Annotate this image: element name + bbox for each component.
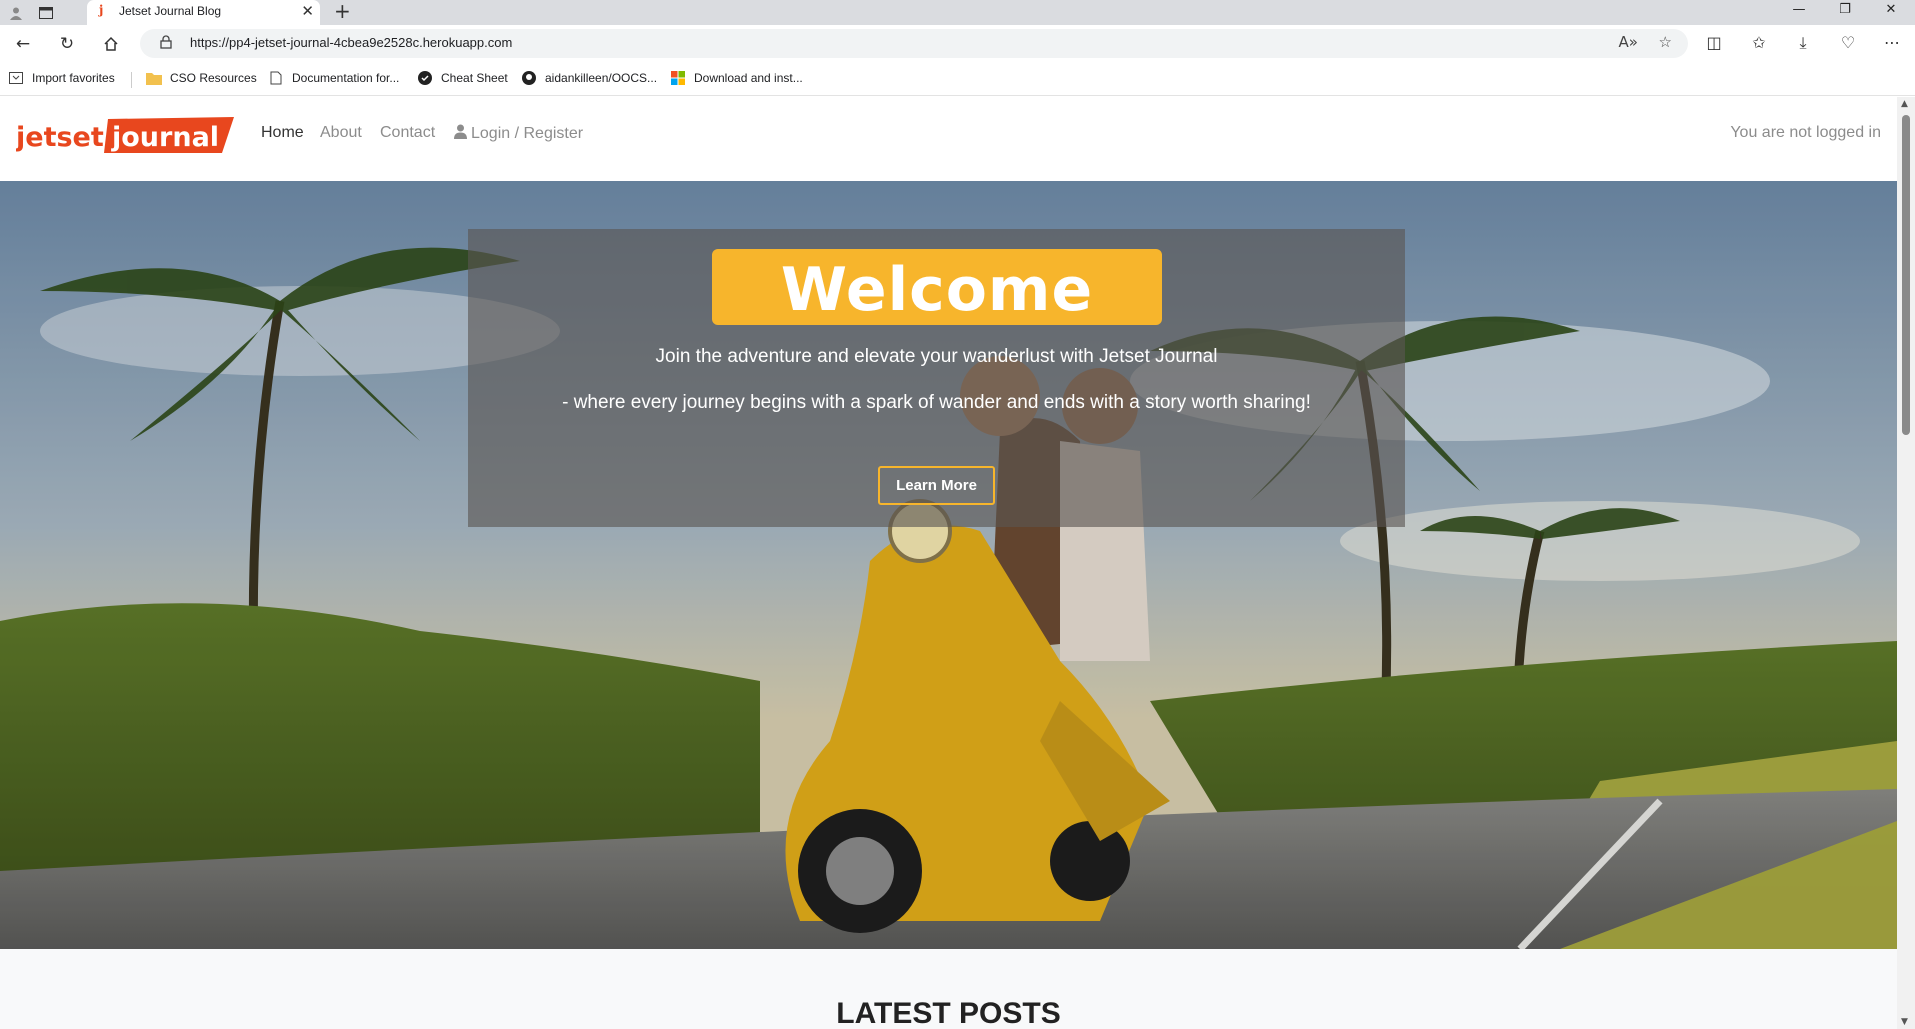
latest-posts-heading: LATEST POSTS <box>836 997 1061 1029</box>
login-register-label: Login / Register <box>471 125 584 142</box>
svg-text:journal: journal <box>111 122 219 153</box>
bookmark-label: Cheat Sheet <box>441 71 508 85</box>
split-screen-icon[interactable]: ◫ <box>1703 33 1725 52</box>
address-bar-row: ← ↻ https://pp4-jetset-journal-4cbea9e25… <box>0 25 1915 62</box>
cheat-sheet-icon <box>417 70 433 86</box>
hero-overlay-card: Welcome Join the adventure and elevate y… <box>468 229 1405 527</box>
favorite-star-icon[interactable]: ☆ <box>1659 33 1672 51</box>
bookmark-import-favorites[interactable]: Import favorites <box>8 70 115 86</box>
svg-text:jetset: jetset <box>16 122 104 153</box>
bookmark-cheat-sheet[interactable]: Cheat Sheet <box>417 70 508 86</box>
user-icon <box>454 124 467 139</box>
scroll-up-icon[interactable]: ▲ <box>1901 99 1908 109</box>
site-favicon-icon: j <box>99 3 104 17</box>
bookmark-separator <box>131 72 132 88</box>
hero-tagline-1: Join the adventure and elevate your wand… <box>655 346 1218 367</box>
close-window-icon[interactable]: ✕ <box>1882 2 1900 17</box>
browser-essentials-icon[interactable]: ♡ <box>1837 33 1859 52</box>
scroll-thumb[interactable] <box>1902 115 1910 435</box>
read-aloud-icon[interactable]: A» <box>1619 33 1638 51</box>
site-navbar: jetset journal Home About Contact Login … <box>0 97 1897 181</box>
bookmark-github[interactable]: aidankilleen/OOCS... <box>521 70 657 86</box>
url-text[interactable]: https://pp4-jetset-journal-4cbea9e2528c.… <box>190 35 512 50</box>
bookmark-label: aidankilleen/OOCS... <box>545 71 658 85</box>
learn-more-button[interactable]: Learn More <box>878 466 995 505</box>
settings-more-icon[interactable]: ⋯ <box>1881 33 1903 52</box>
jetset-journal-logo[interactable]: jetset journal <box>16 115 236 155</box>
web-page: jetset journal Home About Contact Login … <box>0 97 1897 1029</box>
hero-tagline-2: - where every journey begins with a spar… <box>562 392 1311 413</box>
nav-login-register[interactable]: Login / Register <box>454 124 583 143</box>
welcome-banner: Welcome <box>712 249 1162 325</box>
lock-icon <box>160 35 172 49</box>
nav-about[interactable]: About <box>320 124 362 142</box>
browser-tab-strip: j Jetset Journal Blog ✕ + — ❐ ✕ <box>0 0 1915 25</box>
hero-section: Welcome Join the adventure and elevate y… <box>0 181 1897 949</box>
bookmark-label: Import favorites <box>32 71 115 85</box>
minimize-icon[interactable]: — <box>1790 2 1808 17</box>
home-icon[interactable] <box>100 33 122 55</box>
page-icon <box>268 70 284 86</box>
bookmark-cso-resources[interactable]: CSO Resources <box>146 70 257 86</box>
downloads-icon[interactable]: ⤓ <box>1792 33 1814 53</box>
bookmark-label: Download and inst... <box>694 71 803 85</box>
bookmark-label: Documentation for... <box>292 71 400 85</box>
close-tab-icon[interactable]: ✕ <box>301 2 314 20</box>
github-icon <box>521 70 537 86</box>
bookmark-documentation[interactable]: Documentation for... <box>268 70 399 86</box>
import-icon <box>8 70 24 86</box>
restore-icon[interactable]: ❐ <box>1836 2 1854 17</box>
tab-title: Jetset Journal Blog <box>119 4 222 18</box>
address-bar[interactable]: https://pp4-jetset-journal-4cbea9e2528c.… <box>140 29 1688 58</box>
new-tab-icon[interactable]: + <box>334 0 351 22</box>
folder-icon <box>146 70 162 86</box>
profile-icon[interactable] <box>6 3 26 23</box>
bookmark-label: CSO Resources <box>170 71 257 85</box>
nav-home[interactable]: Home <box>261 124 304 142</box>
back-icon[interactable]: ← <box>12 33 34 55</box>
page-scrollbar[interactable]: ▲ ▼ <box>1897 97 1915 1029</box>
scroll-down-icon[interactable]: ▼ <box>1901 1017 1908 1027</box>
login-status-text: You are not logged in <box>1730 124 1881 141</box>
bookmark-download[interactable]: Download and inst... <box>670 70 803 86</box>
nav-contact[interactable]: Contact <box>380 124 435 142</box>
bookmarks-bar: Import favorites CSO Resources Documenta… <box>0 62 1915 96</box>
tab-actions-icon[interactable] <box>36 3 56 23</box>
browser-tab[interactable]: j Jetset Journal Blog ✕ <box>87 0 320 25</box>
windows-icon <box>670 70 686 86</box>
welcome-heading: Welcome <box>780 255 1094 325</box>
refresh-icon[interactable]: ↻ <box>56 33 78 55</box>
favorites-icon[interactable]: ✩ <box>1748 33 1770 52</box>
